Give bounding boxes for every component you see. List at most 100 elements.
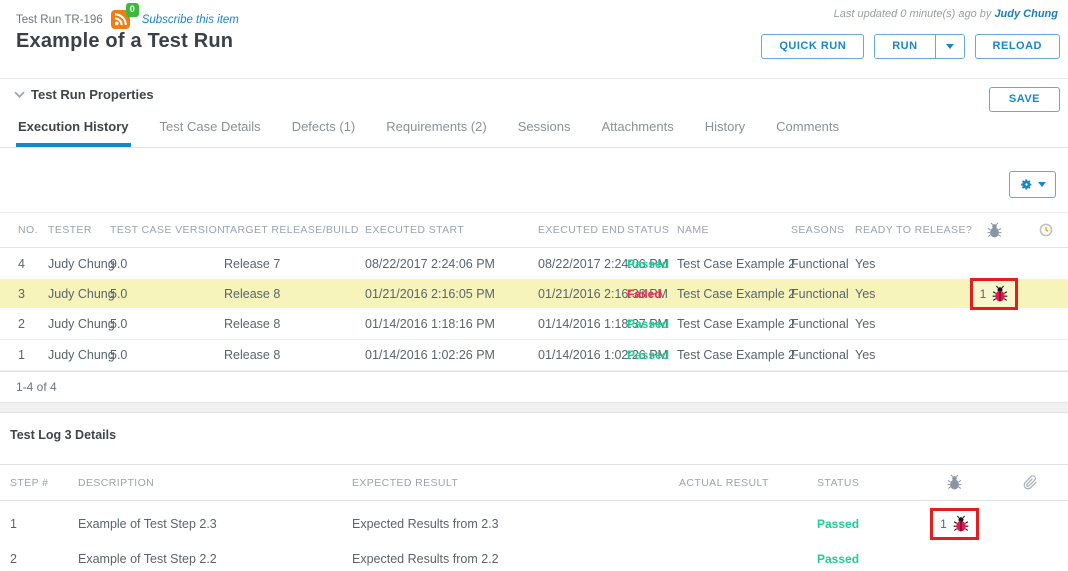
cell-end: 08/22/2017 2:24:06 PM bbox=[538, 257, 627, 271]
col-step-number[interactable]: STEP # bbox=[10, 477, 78, 489]
cell-status: Failed bbox=[627, 287, 677, 301]
table-row[interactable]: 2 Judy Chung 5.0 Release 8 01/14/2016 1:… bbox=[0, 308, 1068, 340]
cell-release: Release 7 bbox=[224, 257, 365, 271]
page-title: Example of a Test Run bbox=[16, 30, 233, 53]
test-run-page: Test Run TR-196 0 Subscribe this item Ex… bbox=[0, 0, 1068, 571]
steps-table-header: STEP # DESCRIPTION EXPECTED RESULT ACTUA… bbox=[0, 464, 1068, 501]
test-log-section-header: Test Log 3 Details bbox=[0, 413, 1068, 464]
cell-version: 5.0 bbox=[110, 317, 224, 331]
cell-version: 5.0 bbox=[110, 287, 224, 301]
gear-icon bbox=[1020, 178, 1033, 191]
cell-version: 5.0 bbox=[110, 348, 224, 362]
cell-step-number: 2 bbox=[10, 552, 78, 566]
last-updated-user[interactable]: Judy Chung bbox=[994, 8, 1058, 20]
tab-requirements[interactable]: Requirements (2) bbox=[384, 110, 488, 147]
col-execution-time[interactable] bbox=[1023, 223, 1068, 237]
col-ready-to-release[interactable]: READY TO RELEASE? bbox=[855, 224, 965, 236]
col-expected-result[interactable]: EXPECTED RESULT bbox=[352, 477, 679, 489]
cell-name: Test Case Example 2 bbox=[677, 348, 791, 362]
cell-start: 01/14/2016 1:18:16 PM bbox=[365, 317, 538, 331]
subscription-count-badge: 0 bbox=[126, 3, 139, 17]
run-button[interactable]: RUN bbox=[875, 35, 934, 58]
cell-ready: Yes bbox=[855, 348, 965, 362]
tab-sessions[interactable]: Sessions bbox=[516, 110, 573, 147]
bug-icon[interactable] bbox=[953, 515, 969, 533]
col-no[interactable]: NO. bbox=[18, 224, 48, 236]
subscribe-link[interactable]: Subscribe this item bbox=[142, 14, 239, 26]
execution-history-table: NO. TESTER TEST CASE VERSION TARGET RELE… bbox=[0, 212, 1068, 402]
col-executed-end[interactable]: EXECUTED END bbox=[538, 224, 627, 236]
paperclip-icon bbox=[1023, 475, 1038, 490]
bug-icon[interactable] bbox=[992, 285, 1008, 303]
cell-tester: Judy Chung bbox=[48, 287, 110, 301]
save-button[interactable]: SAVE bbox=[989, 87, 1060, 112]
col-step-status[interactable]: STATUS bbox=[817, 477, 917, 489]
col-name[interactable]: NAME bbox=[677, 224, 791, 236]
clock-icon bbox=[1039, 223, 1053, 237]
cell-description: Example of Test Step 2.3 bbox=[78, 517, 352, 531]
caret-down-icon bbox=[946, 44, 954, 49]
cell-no: 3 bbox=[18, 287, 48, 301]
step-row[interactable]: 2 Example of Test Step 2.2 Expected Resu… bbox=[0, 546, 1068, 570]
col-status[interactable]: STATUS bbox=[627, 224, 677, 236]
cell-status: Passed bbox=[627, 317, 677, 331]
col-seasons[interactable]: SEASONS bbox=[791, 224, 855, 236]
col-step-attachments[interactable] bbox=[992, 475, 1068, 490]
cell-version: 9.0 bbox=[110, 257, 224, 271]
defect-annotation-box: 1 bbox=[970, 278, 1019, 310]
properties-section-title[interactable]: Test Run Properties bbox=[31, 87, 154, 102]
pagination-status: 1-4 of 4 bbox=[0, 371, 1068, 402]
table-toolbar bbox=[0, 148, 1068, 212]
col-test-case-version[interactable]: TEST CASE VERSION bbox=[110, 224, 224, 236]
page-header: Test Run TR-196 0 Subscribe this item Ex… bbox=[0, 0, 1068, 78]
defect-count: 1 bbox=[980, 287, 987, 301]
cell-start: 01/21/2016 2:16:05 PM bbox=[365, 287, 538, 301]
section-divider bbox=[0, 402, 1068, 413]
cell-name: Test Case Example 2 bbox=[677, 257, 791, 271]
quick-run-button[interactable]: QUICK RUN bbox=[761, 34, 864, 59]
col-step-defects[interactable] bbox=[917, 474, 992, 491]
col-actual-result[interactable]: ACTUAL RESULT bbox=[679, 477, 817, 489]
tab-history[interactable]: History bbox=[703, 110, 747, 147]
breadcrumb-label: Test Run TR-196 bbox=[16, 14, 103, 26]
cell-end: 01/21/2016 2:16:38 PM bbox=[538, 287, 627, 301]
breadcrumb: Test Run TR-196 0 Subscribe this item bbox=[16, 10, 239, 29]
cell-expected-result: Expected Results from 2.3 bbox=[352, 517, 679, 531]
col-description[interactable]: DESCRIPTION bbox=[78, 477, 352, 489]
cell-name: Test Case Example 2 bbox=[677, 287, 791, 301]
table-row[interactable]: 4 Judy Chung 9.0 Release 7 08/22/2017 2:… bbox=[0, 248, 1068, 280]
step-row[interactable]: 1 Example of Test Step 2.3 Expected Resu… bbox=[0, 501, 1068, 546]
tab-comments[interactable]: Comments bbox=[774, 110, 841, 147]
cell-no: 2 bbox=[18, 317, 48, 331]
col-target-release[interactable]: TARGET RELEASE/BUILD bbox=[224, 224, 365, 236]
tab-execution-history[interactable]: Execution History bbox=[16, 110, 131, 147]
cell-no: 4 bbox=[18, 257, 48, 271]
table-row[interactable]: 1 Judy Chung 5.0 Release 8 01/14/2016 1:… bbox=[0, 340, 1068, 371]
tab-defects[interactable]: Defects (1) bbox=[290, 110, 358, 147]
cell-defects: 1 bbox=[965, 286, 1023, 302]
rss-icon[interactable]: 0 bbox=[111, 10, 130, 29]
caret-down-icon bbox=[1038, 182, 1046, 187]
run-dropdown-button[interactable] bbox=[935, 35, 964, 58]
table-row-selected[interactable]: 3 Judy Chung 5.0 Release 8 01/21/2016 2:… bbox=[0, 280, 1068, 308]
cell-step-status: Passed bbox=[817, 552, 917, 566]
cell-step-status: Passed bbox=[817, 517, 917, 531]
chevron-down-icon[interactable] bbox=[14, 91, 25, 98]
test-log-title: Test Log 3 Details bbox=[10, 428, 116, 442]
cell-start: 08/22/2017 2:24:06 PM bbox=[365, 257, 538, 271]
tab-test-case-details[interactable]: Test Case Details bbox=[158, 110, 263, 147]
bug-icon bbox=[987, 222, 1002, 239]
cell-release: Release 8 bbox=[224, 287, 365, 301]
cell-tester: Judy Chung bbox=[48, 257, 110, 271]
cell-seasons: Functional bbox=[791, 317, 855, 331]
tab-bar: Execution History Test Case Details Defe… bbox=[0, 110, 1068, 148]
grid-settings-button[interactable] bbox=[1009, 171, 1056, 198]
cell-end: 01/14/2016 1:18:37 PM bbox=[538, 317, 627, 331]
reload-button[interactable]: RELOAD bbox=[975, 34, 1060, 59]
test-run-properties-bar: Test Run Properties SAVE bbox=[0, 78, 1068, 110]
tab-attachments[interactable]: Attachments bbox=[599, 110, 675, 147]
col-executed-start[interactable]: EXECUTED START bbox=[365, 224, 538, 236]
col-tester[interactable]: TESTER bbox=[48, 224, 110, 236]
cell-tester: Judy Chung bbox=[48, 348, 110, 362]
col-defects[interactable] bbox=[965, 222, 1023, 239]
